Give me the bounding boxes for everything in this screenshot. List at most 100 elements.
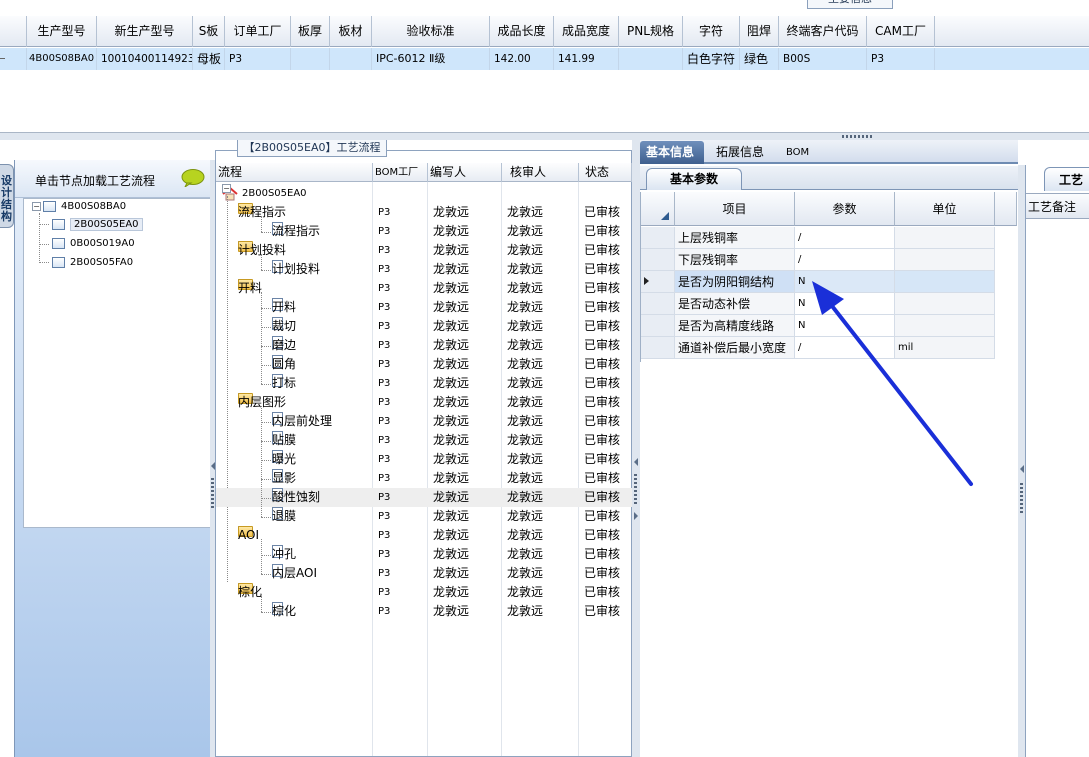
- flow-row[interactable]: 磨边 P3 龙敦远 龙敦远 已审核: [216, 336, 632, 355]
- flow-row[interactable]: 开料 P3 龙敦远 龙敦远 已审核: [216, 298, 632, 317]
- col-header[interactable]: 板材: [330, 16, 372, 47]
- row-indicator[interactable]: [641, 293, 675, 315]
- cell-param[interactable]: /: [795, 227, 895, 249]
- col-header[interactable]: 编写人: [428, 163, 502, 182]
- cell-unit[interactable]: [895, 249, 995, 271]
- flow-row[interactable]: 内层AOI P3 龙敦远 龙敦远 已审核: [216, 564, 632, 583]
- col-header[interactable]: 板厚: [291, 16, 330, 47]
- tab-design-structure[interactable]: 设计结构: [0, 164, 14, 228]
- flow-row[interactable]: 曝光 P3 龙敦远 龙敦远 已审核: [216, 450, 632, 469]
- col-header[interactable]: 成品长度: [490, 16, 554, 47]
- flow-row[interactable]: −AOIP3龙敦远龙敦远已审核: [216, 526, 632, 545]
- collapse-left-icon[interactable]: [1020, 465, 1024, 473]
- cell[interactable]: 141.99: [554, 48, 619, 70]
- flow-row[interactable]: −棕化P3龙敦远龙敦远已审核: [216, 583, 632, 602]
- flow-row[interactable]: 显影 P3 龙敦远 龙敦远 已审核: [216, 469, 632, 488]
- col-header[interactable]: PNL规格: [619, 16, 683, 47]
- cell[interactable]: 绿色: [740, 48, 779, 70]
- col-header[interactable]: 字符: [683, 16, 740, 47]
- tree-node[interactable]: 0B00S019A0: [52, 235, 135, 253]
- tree-node-root[interactable]: − 4B00S08BA0: [32, 198, 126, 216]
- flow-row[interactable]: 贴膜 P3 龙敦远 龙敦远 已审核: [216, 431, 632, 450]
- horizontal-splitter[interactable]: [0, 133, 1089, 140]
- collapse-left-icon[interactable]: [634, 458, 638, 466]
- col-header[interactable]: 订单工厂: [225, 16, 291, 47]
- cell[interactable]: [619, 48, 683, 70]
- cell-item[interactable]: 上层残铜率: [675, 227, 795, 249]
- flow-row[interactable]: 冲孔 P3 龙敦远 龙敦远 已审核: [216, 545, 632, 564]
- tab-process[interactable]: 工艺: [1044, 167, 1089, 191]
- cell[interactable]: [291, 48, 330, 70]
- cell[interactable]: 白色字符: [683, 48, 740, 70]
- flow-row[interactable]: 棕化 P3 龙敦远 龙敦远 已审核: [216, 602, 632, 621]
- cell[interactable]: IPC-6012 Ⅱ级: [372, 48, 490, 70]
- flow-row[interactable]: 退膜 P3 龙敦远 龙敦远 已审核: [216, 507, 632, 526]
- col-header[interactable]: 验收标准: [372, 16, 490, 47]
- flow-row[interactable]: −流程指示P3龙敦远龙敦远已审核: [216, 203, 632, 222]
- cell[interactable]: 母板: [193, 48, 225, 70]
- col-header[interactable]: 参数: [795, 192, 895, 226]
- splitter-grip-icon[interactable]: [634, 474, 637, 504]
- tree-node[interactable]: 2B00S05EA0: [52, 216, 143, 234]
- flow-row[interactable]: 酸性蚀刻 P3 龙敦远 龙敦远 已审核: [216, 488, 632, 507]
- tab-basic-params[interactable]: 基本参数: [646, 168, 742, 190]
- tree-node[interactable]: 2B00S05FA0: [52, 254, 133, 272]
- cell[interactable]: [330, 48, 372, 70]
- flow-root-node[interactable]: − 2B00S05EA0: [216, 184, 632, 203]
- grid-corner[interactable]: [641, 192, 675, 226]
- flow-row[interactable]: 打标 P3 龙敦远 龙敦远 已审核: [216, 374, 632, 393]
- col-header[interactable]: 生产型号: [27, 16, 97, 47]
- tab-main-info[interactable]: 主要信息: [807, 0, 893, 9]
- cell-param[interactable]: /: [795, 249, 895, 271]
- col-header[interactable]: BOM工厂: [373, 163, 428, 182]
- flow-row[interactable]: 计划投料 P3 龙敦远 龙敦远 已审核: [216, 260, 632, 279]
- col-header[interactable]: S板: [193, 16, 225, 47]
- row-indicator[interactable]: [641, 315, 675, 337]
- col-header[interactable]: 单位: [895, 192, 995, 226]
- tab-bom[interactable]: BOM: [780, 141, 815, 164]
- col-header[interactable]: 终端客户代码: [779, 16, 867, 47]
- vertical-splitter[interactable]: [1018, 165, 1025, 757]
- col-header[interactable]: 工艺备注: [1026, 193, 1089, 219]
- splitter-grip-icon[interactable]: [1020, 483, 1023, 513]
- col-header[interactable]: 流程: [216, 163, 373, 182]
- col-header[interactable]: 状态: [579, 163, 632, 182]
- param-row[interactable]: 下层残铜率 /: [641, 249, 1017, 271]
- collapse-right-icon[interactable]: [634, 512, 638, 520]
- col-header[interactable]: 成品宽度: [554, 16, 619, 47]
- tab-extended-info[interactable]: 拓展信息: [710, 141, 770, 164]
- cell-unit[interactable]: [895, 227, 995, 249]
- param-row[interactable]: 上层残铜率 /: [641, 227, 1017, 249]
- row-indicator[interactable]: [641, 337, 675, 359]
- cell[interactable]: 10010400114923: [97, 48, 193, 70]
- flow-row[interactable]: −内层图形P3龙敦远龙敦远已审核: [216, 393, 632, 412]
- cell[interactable]: 142.00: [490, 48, 554, 70]
- cell[interactable]: 4B00S08BA0: [27, 48, 97, 70]
- cell-item[interactable]: 下层残铜率: [675, 249, 795, 271]
- col-header[interactable]: 新生产型号: [97, 16, 193, 47]
- flow-row[interactable]: 内层前处理 P3 龙敦远 龙敦远 已审核: [216, 412, 632, 431]
- row-indicator[interactable]: [641, 249, 675, 271]
- splitter-grip-icon[interactable]: [211, 478, 214, 508]
- row-indicator[interactable]: [641, 271, 675, 293]
- cell[interactable]: P3: [867, 48, 935, 70]
- cell-item[interactable]: 是否动态补偿: [675, 293, 795, 315]
- cell-item[interactable]: 是否为阴阳铜结构: [675, 271, 795, 293]
- vertical-splitter[interactable]: [632, 140, 640, 757]
- cell[interactable]: P3: [225, 48, 291, 70]
- flow-row[interactable]: 裁切 P3 龙敦远 龙敦远 已审核: [216, 317, 632, 336]
- flow-row[interactable]: 流程指示 P3 龙敦远 龙敦远 已审核: [216, 222, 632, 241]
- col-header[interactable]: 项目: [675, 192, 795, 226]
- cell-item[interactable]: 通道补偿后最小宽度: [675, 337, 795, 359]
- flow-row[interactable]: −开料P3龙敦远龙敦远已审核: [216, 279, 632, 298]
- tab-basic-info[interactable]: 基本信息: [640, 141, 704, 164]
- col-header[interactable]: 阻焊: [740, 16, 779, 47]
- col-header[interactable]: CAM工厂: [867, 16, 935, 47]
- table-row[interactable]: 4B00S08BA0 10010400114923 母板 P3 IPC-6012…: [0, 48, 1089, 70]
- collapse-icon[interactable]: −: [222, 184, 231, 193]
- splitter-grip-icon[interactable]: [842, 135, 872, 138]
- flow-row[interactable]: −计划投料P3龙敦远龙敦远已审核: [216, 241, 632, 260]
- collapse-icon[interactable]: −: [32, 201, 41, 211]
- cell-item[interactable]: 是否为高精度线路: [675, 315, 795, 337]
- row-indicator[interactable]: [641, 227, 675, 249]
